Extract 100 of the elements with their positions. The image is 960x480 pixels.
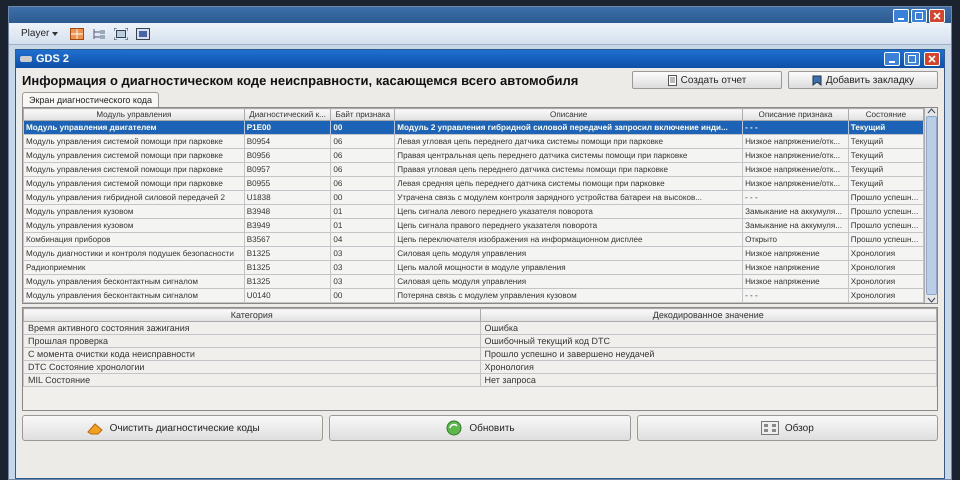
table-cell[interactable]: 00	[330, 288, 395, 302]
column-header[interactable]: Описание признака	[742, 108, 848, 120]
table-cell[interactable]: Цепь переключателя изображения на информационном дисплее	[394, 232, 743, 246]
table-cell[interactable]: Текущий	[848, 134, 924, 148]
table-cell[interactable]: Открыто	[742, 232, 848, 246]
table-cell[interactable]: B3567	[244, 232, 331, 246]
column-header[interactable]: Описание	[394, 108, 743, 120]
table-cell[interactable]: 03	[330, 246, 395, 260]
table-cell[interactable]: Модуль диагностики и контроля подушек безопасности	[24, 246, 244, 260]
table-cell[interactable]: Утрачена связь с модулем контроля зарядного устройства батареи на высоков...	[394, 190, 743, 204]
table-cell[interactable]: 03	[330, 274, 395, 288]
table-cell[interactable]: Модуль управления двигателем	[24, 120, 244, 134]
window-title: GDS 2	[36, 53, 70, 65]
table-cell[interactable]: Цепь сигнала левого переднего указателя поворота	[394, 204, 743, 218]
table-cell[interactable]: Низкое напряжение/отк...	[742, 162, 848, 176]
table-cell[interactable]: 00	[330, 120, 395, 134]
table-cell[interactable]: Силовая цепь модуля управления	[394, 274, 743, 288]
clear-button[interactable]: Очистить диагностические коды	[22, 415, 324, 441]
table-cell[interactable]: - - -	[742, 190, 848, 204]
column-header[interactable]: Состояние	[848, 108, 924, 120]
add-bookmark-button[interactable]: Добавить закладку	[788, 71, 938, 89]
table-cell[interactable]: Правая центральная цепь переднего датчика системы помощи при парковке	[394, 148, 743, 162]
table-cell[interactable]: Модуль управления бесконтактным сигналом	[24, 288, 244, 302]
table-cell[interactable]: 06	[330, 162, 395, 176]
table-cell[interactable]: B3948	[244, 204, 331, 218]
create-report-button[interactable]: Создать отчет	[632, 71, 782, 89]
table-cell[interactable]: B1325	[244, 274, 331, 288]
column-header[interactable]: Модуль управления	[24, 108, 244, 120]
table-cell[interactable]: 01	[330, 204, 395, 218]
table-cell[interactable]: Левая средняя цепь переднего датчика системы помощи при парковке	[394, 176, 743, 190]
table-cell: DTC Состояние хронологии	[24, 360, 480, 374]
table-cell[interactable]: Модуль управления системой помощи при парковке	[24, 162, 244, 176]
table-cell[interactable]: U1838	[244, 190, 331, 204]
table-cell[interactable]: Силовая цепь модуля управления	[394, 246, 743, 260]
table-cell[interactable]: Радиоприемник	[24, 260, 244, 274]
table-cell[interactable]: Комбинация приборов	[24, 232, 244, 246]
table-cell[interactable]: Модуль управления гибридной силовой передачей 2	[24, 190, 244, 204]
table-cell[interactable]: B0956	[244, 148, 331, 162]
column-header[interactable]: Категория	[24, 308, 480, 322]
table-cell[interactable]: Хронология	[848, 246, 924, 260]
table-cell[interactable]: B1325	[244, 260, 331, 274]
table-cell[interactable]: Низкое напряжение	[742, 246, 848, 260]
table-cell[interactable]: Хронология	[848, 274, 924, 288]
column-header[interactable]: Диагностический к...	[244, 108, 331, 120]
table-cell[interactable]: Хронология	[848, 288, 924, 302]
page-title: Информация о диагностическом коде неисправности, касающемся всего автомобиля	[22, 72, 580, 88]
table-cell[interactable]: Правая угловая цепь переднего датчика системы помощи при парковке	[394, 162, 743, 176]
table-cell[interactable]: Потеряна связь с модулем управления кузовом	[394, 288, 743, 302]
table-cell[interactable]: B0955	[244, 176, 331, 190]
table-cell[interactable]: 06	[330, 148, 395, 162]
table-cell[interactable]: Модуль управления системой помощи при парковке	[24, 176, 244, 190]
table-cell[interactable]: Модуль управления кузовом	[24, 218, 244, 232]
table-cell[interactable]: Цепь сигнала правого переднего указателя поворота	[394, 218, 743, 232]
table-cell[interactable]: Замыкание на аккумуля...	[742, 218, 848, 232]
table-cell[interactable]: 01	[330, 218, 395, 232]
table-cell[interactable]: B0957	[244, 162, 331, 176]
table-cell[interactable]: Прошло успешн...	[848, 190, 924, 204]
table-cell[interactable]: Текущий	[848, 162, 924, 176]
table-cell[interactable]: Низкое напряжение/отк...	[742, 176, 848, 190]
table-cell: Хронология	[480, 360, 936, 374]
column-header[interactable]: Декодированное значение	[480, 308, 936, 322]
table-cell[interactable]: 03	[330, 260, 395, 274]
table-cell[interactable]: Низкое напряжение/отк...	[742, 134, 848, 148]
table-cell[interactable]: B1325	[244, 246, 331, 260]
player-menu[interactable]: Player	[17, 28, 62, 39]
table-cell[interactable]: Низкое напряжение	[742, 274, 848, 288]
table-cell[interactable]: Модуль управления системой помощи при парковке	[24, 134, 244, 148]
table-cell[interactable]: Прошло успешн...	[848, 218, 924, 232]
table-cell[interactable]: Модуль управления кузовом	[24, 204, 244, 218]
table-cell[interactable]: Низкое напряжение/отк...	[742, 148, 848, 162]
table-cell[interactable]: Текущий	[848, 148, 924, 162]
table-cell[interactable]: Цепь малой мощности в модуле управления	[394, 260, 743, 274]
table-cell: Ошибка	[480, 322, 936, 334]
table-cell[interactable]: P1E00	[244, 120, 331, 134]
table-cell[interactable]: - - -	[742, 120, 848, 134]
table-cell[interactable]: Прошло успешн...	[848, 232, 924, 246]
table-cell[interactable]: Текущий	[848, 120, 924, 134]
table-cell[interactable]: - - -	[742, 288, 848, 302]
table-cell[interactable]: Низкое напряжение	[742, 260, 848, 274]
table-cell[interactable]: Замыкание на аккумуля...	[742, 204, 848, 218]
table-cell[interactable]: Хронология	[848, 260, 924, 274]
refresh-button[interactable]: Обновить	[329, 415, 631, 441]
table-cell[interactable]: Модуль управления системой помощи при парковке	[24, 148, 244, 162]
table-cell[interactable]: B3949	[244, 218, 331, 232]
table-cell[interactable]: Левая угловая цепь переднего датчика системы помощи при парковке	[394, 134, 743, 148]
table-cell[interactable]: 06	[330, 134, 395, 148]
table-cell[interactable]: Текущий	[848, 176, 924, 190]
table-cell[interactable]: B0954	[244, 134, 331, 148]
overview-button[interactable]: Обзор	[636, 415, 938, 441]
table-cell[interactable]: U0140	[244, 288, 331, 302]
table-cell[interactable]: Модуль управления бесконтактным сигналом	[24, 274, 244, 288]
table-cell: Прошлая проверка	[24, 334, 480, 348]
table-cell[interactable]: 04	[330, 232, 395, 246]
table-cell[interactable]: Модуль 2 управления гибридной силовой передачей запросил включение инди...	[394, 120, 743, 134]
table-cell[interactable]: Прошло успешн...	[848, 204, 924, 218]
table-cell: Время активного состояния зажигания	[24, 322, 480, 334]
table-cell[interactable]: 00	[330, 190, 395, 204]
column-header[interactable]: Байт признака	[330, 108, 395, 120]
tab[interactable]: Экран диагностического кода	[22, 92, 160, 107]
table-cell[interactable]: 06	[330, 176, 395, 190]
